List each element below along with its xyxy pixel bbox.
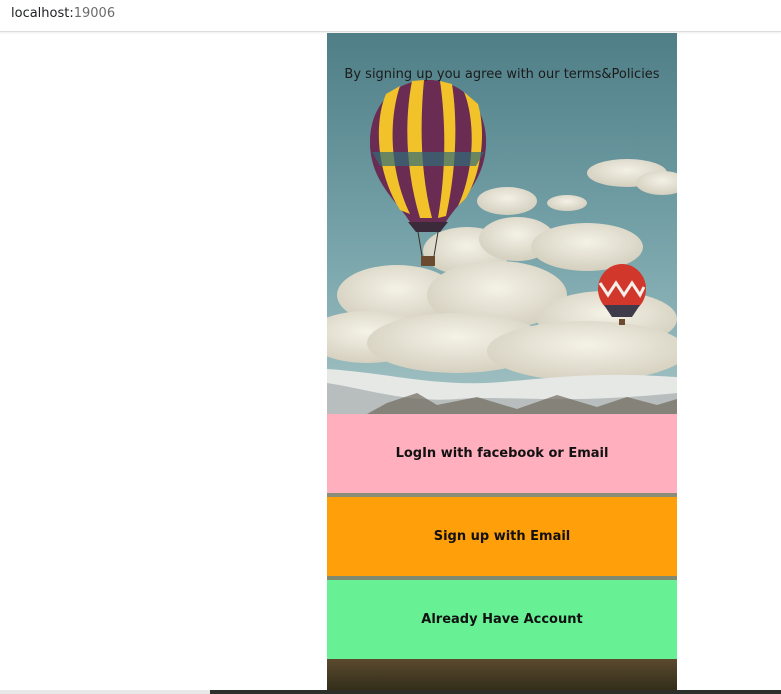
already-have-account-button[interactable]: Already Have Account <box>327 580 677 659</box>
app-screen: By signing up you agree with our terms&P… <box>327 33 677 694</box>
signup-email-button[interactable]: Sign up with Email <box>327 497 677 576</box>
terms-text: By signing up you agree with our terms&P… <box>344 67 660 82</box>
url-host: localhost: <box>11 6 74 21</box>
url-text[interactable]: localhost:19006 <box>11 6 115 21</box>
login-facebook-email-button[interactable]: LogIn with facebook or Email <box>327 414 677 493</box>
taskbar-edge <box>0 690 781 694</box>
url-port: 19006 <box>73 6 116 21</box>
taskbar-dark-segment <box>210 690 781 694</box>
browser-address-bar[interactable]: localhost:19006 <box>0 0 781 32</box>
